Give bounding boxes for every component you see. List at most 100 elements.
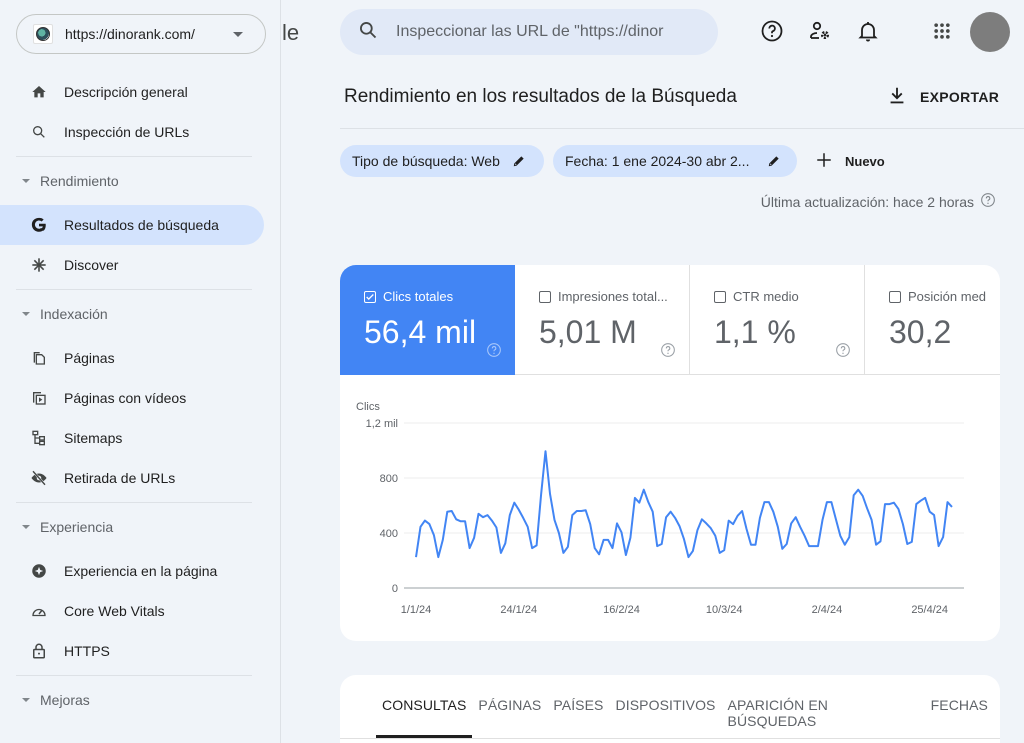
account-avatar[interactable] [970, 12, 1010, 52]
data-point[interactable] [548, 492, 552, 496]
data-point[interactable] [677, 524, 681, 528]
data-point[interactable] [637, 501, 641, 505]
help-icon[interactable] [486, 342, 502, 363]
data-point[interactable] [628, 536, 632, 540]
data-point[interactable] [463, 519, 467, 523]
data-point[interactable] [731, 522, 735, 526]
data-point[interactable] [651, 510, 655, 514]
data-point[interactable] [892, 501, 896, 505]
data-point[interactable] [945, 500, 949, 504]
data-point[interactable] [584, 508, 588, 512]
manage-users-icon[interactable] [807, 18, 833, 44]
data-point[interactable] [485, 513, 489, 517]
data-point[interactable] [539, 492, 543, 496]
data-point[interactable] [427, 522, 431, 526]
sidebar-item-pages[interactable]: Páginas [0, 338, 264, 378]
data-point[interactable] [472, 536, 476, 540]
data-point[interactable] [673, 516, 677, 520]
sidebar-item-url-inspection[interactable]: Inspección de URLs [0, 112, 264, 152]
data-point[interactable] [744, 527, 748, 531]
data-point[interactable] [517, 507, 521, 511]
data-point[interactable] [847, 535, 851, 539]
apps-grid-icon[interactable] [929, 18, 955, 44]
data-point[interactable] [865, 506, 869, 510]
data-point[interactable] [521, 516, 525, 520]
data-point[interactable] [749, 543, 753, 547]
sidebar-item-overview[interactable]: Descripción general [0, 72, 264, 112]
data-point[interactable] [441, 538, 445, 542]
data-point[interactable] [454, 517, 458, 521]
data-point[interactable] [883, 502, 887, 506]
filter-chip-date[interactable]: Fecha: 1 ene 2024-30 abr 2... [553, 145, 797, 177]
data-point[interactable] [450, 509, 454, 513]
data-point[interactable] [467, 546, 471, 550]
data-point[interactable] [887, 502, 891, 506]
metric-total-impressions[interactable]: Impresiones total... 5,01 M [515, 265, 690, 375]
sidebar-item-sitemaps[interactable]: Sitemaps [0, 418, 264, 458]
data-point[interactable] [928, 510, 932, 514]
data-point[interactable] [646, 500, 650, 504]
data-point[interactable] [445, 510, 449, 514]
data-point[interactable] [861, 494, 865, 498]
data-point[interactable] [610, 546, 614, 550]
data-point[interactable] [713, 534, 717, 538]
data-point[interactable] [499, 551, 503, 555]
data-point[interactable] [704, 521, 708, 525]
url-inspection-search[interactable] [340, 9, 718, 55]
data-point[interactable] [570, 513, 574, 517]
data-point[interactable] [526, 525, 530, 529]
data-point[interactable] [588, 522, 592, 526]
data-point[interactable] [682, 537, 686, 541]
data-point[interactable] [896, 507, 900, 511]
data-point[interactable] [753, 543, 757, 547]
filter-chip-search-type[interactable]: Tipo de búsqueda: Web [340, 145, 544, 177]
data-point[interactable] [722, 548, 726, 552]
data-point[interactable] [910, 540, 914, 544]
sidebar-item-video-pages[interactable]: Páginas con vídeos [0, 378, 264, 418]
data-point[interactable] [820, 518, 824, 522]
metric-total-clicks[interactable]: Clics totales 56,4 mil [340, 265, 515, 375]
data-point[interactable] [432, 533, 436, 537]
data-point[interactable] [936, 544, 940, 548]
data-point[interactable] [869, 518, 873, 522]
data-point[interactable] [508, 513, 512, 517]
data-point[interactable] [691, 549, 695, 553]
data-point[interactable] [878, 539, 882, 543]
data-point[interactable] [624, 553, 628, 557]
tab-fechas[interactable]: FECHAS [931, 697, 988, 737]
data-point[interactable] [660, 542, 664, 546]
data-point[interactable] [901, 522, 905, 526]
checkbox-unchecked[interactable] [889, 291, 901, 303]
data-point[interactable] [534, 543, 538, 547]
section-enhancements[interactable]: Mejoras [0, 676, 281, 724]
data-point[interactable] [615, 521, 619, 525]
data-point[interactable] [579, 509, 583, 513]
data-point[interactable] [593, 546, 597, 550]
data-point[interactable] [843, 543, 847, 547]
property-selector[interactable]: https://dinorank.com/ [16, 14, 266, 54]
tab-consultas[interactable]: CONSULTAS [382, 697, 466, 737]
data-point[interactable] [686, 555, 690, 559]
data-point[interactable] [459, 519, 463, 523]
data-point[interactable] [476, 512, 480, 516]
data-point[interactable] [829, 500, 833, 504]
data-point[interactable] [552, 518, 556, 522]
data-point[interactable] [950, 505, 954, 509]
data-point[interactable] [503, 541, 507, 545]
data-point[interactable] [619, 530, 623, 534]
data-point[interactable] [557, 531, 561, 535]
data-point[interactable] [735, 514, 739, 518]
tab-aparición-en-búsquedas[interactable]: APARICIÓN EN BÚSQUEDAS [728, 697, 919, 737]
help-icon[interactable] [759, 18, 785, 44]
data-point[interactable] [718, 551, 722, 555]
checkbox-checked[interactable] [364, 291, 376, 303]
data-point[interactable] [856, 488, 860, 492]
checkbox-unchecked[interactable] [714, 291, 726, 303]
data-point[interactable] [642, 488, 646, 492]
sidebar-item-search-results[interactable]: Resultados de búsqueda [0, 205, 264, 245]
sidebar-item-https[interactable]: HTTPS [0, 631, 264, 671]
section-experience[interactable]: Experiencia [0, 503, 281, 551]
data-point[interactable] [932, 513, 936, 517]
notifications-icon[interactable] [855, 18, 881, 44]
data-point[interactable] [816, 544, 820, 548]
